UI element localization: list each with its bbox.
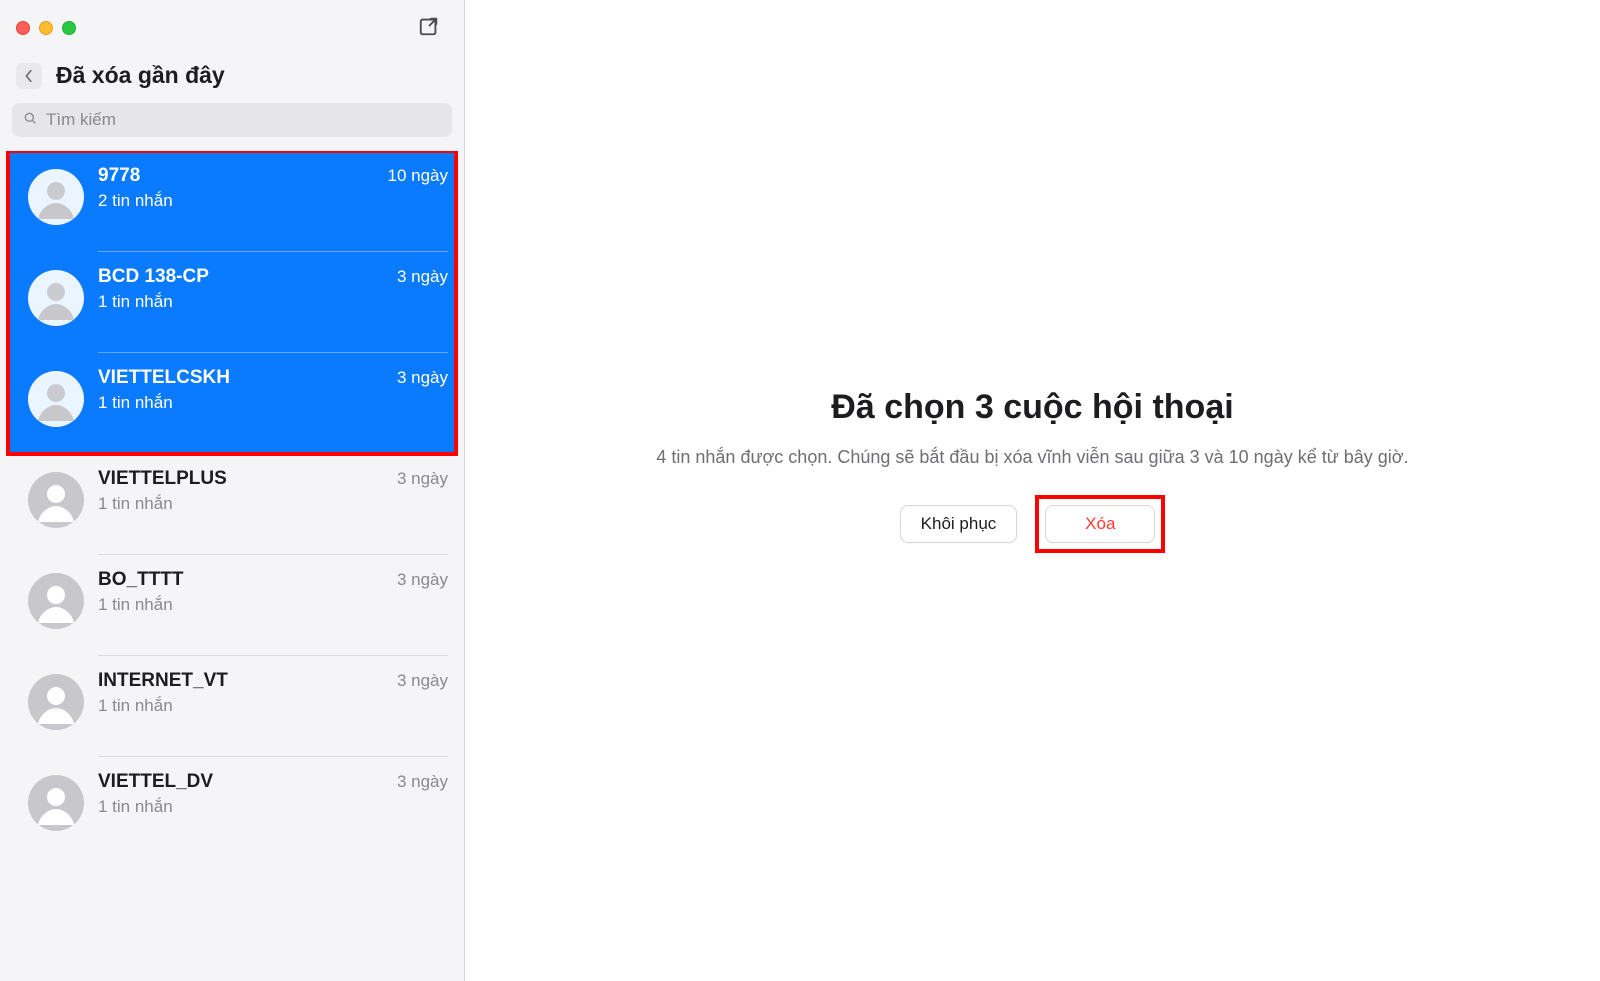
conversation-row[interactable]: VIETTELPLUS 3 ngày 1 tin nhắn [0, 454, 464, 555]
avatar [28, 371, 84, 427]
delete-button-highlight: Xóa [1035, 495, 1165, 553]
conversation-time: 3 ngày [397, 267, 448, 287]
conversation-list: 9778 10 ngày 2 tin nhắn BCD 138-CP 3 ngà… [0, 151, 464, 981]
avatar [28, 472, 84, 528]
conversation-time: 3 ngày [397, 469, 448, 489]
conversation-time: 3 ngày [397, 772, 448, 792]
conversation-name: BCD 138-CP [98, 266, 209, 288]
conversation-time: 10 ngày [388, 166, 449, 186]
avatar [28, 573, 84, 629]
conversation-row[interactable]: BCD 138-CP 3 ngày 1 tin nhắn [8, 252, 456, 353]
conversation-row[interactable]: BO_TTTT 3 ngày 1 tin nhắn [0, 555, 464, 656]
compose-icon[interactable] [418, 15, 440, 42]
conversation-subtitle: 1 tin nhắn [98, 797, 448, 817]
conversation-row[interactable]: 9778 10 ngày 2 tin nhắn [8, 151, 456, 252]
search-icon [22, 110, 38, 131]
header-row: Đã xóa gần đây [0, 56, 464, 103]
search-field[interactable] [12, 103, 452, 137]
avatar [28, 169, 84, 225]
titlebar [0, 0, 464, 56]
back-button[interactable] [16, 63, 42, 89]
window-controls [16, 21, 76, 35]
avatar [28, 674, 84, 730]
conversation-name: INTERNET_VT [98, 670, 228, 692]
selection-heading: Đã chọn 3 cuộc hội thoại [656, 388, 1408, 427]
minimize-window-button[interactable] [39, 21, 53, 35]
selection-summary: Đã chọn 3 cuộc hội thoại 4 tin nhắn được… [656, 388, 1408, 592]
conversation-time: 3 ngày [397, 570, 448, 590]
conversation-time: 3 ngày [397, 671, 448, 691]
avatar [28, 775, 84, 831]
conversation-subtitle: 1 tin nhắn [98, 393, 448, 413]
conversation-name: VIETTELCSKH [98, 367, 230, 389]
action-buttons: Khôi phục Xóa [656, 495, 1408, 553]
recover-button[interactable]: Khôi phục [900, 505, 1018, 543]
conversation-row[interactable]: VIETTELCSKH 3 ngày 1 tin nhắn [8, 353, 456, 454]
close-window-button[interactable] [16, 21, 30, 35]
conversation-name: 9778 [98, 165, 140, 187]
search-input[interactable] [46, 110, 442, 130]
conversation-subtitle: 2 tin nhắn [98, 191, 448, 211]
conversation-subtitle: 1 tin nhắn [98, 292, 448, 312]
conversation-subtitle: 1 tin nhắn [98, 494, 448, 514]
avatar [28, 270, 84, 326]
selection-description: 4 tin nhắn được chọn. Chúng sẽ bắt đầu b… [656, 445, 1408, 470]
zoom-window-button[interactable] [62, 21, 76, 35]
selected-conversations: 9778 10 ngày 2 tin nhắn BCD 138-CP 3 ngà… [8, 151, 456, 454]
conversation-row[interactable]: INTERNET_VT 3 ngày 1 tin nhắn [0, 656, 464, 757]
conversation-name: BO_TTTT [98, 569, 184, 591]
conversation-name: VIETTELPLUS [98, 468, 227, 490]
conversation-row[interactable]: VIETTEL_DV 3 ngày 1 tin nhắn [0, 757, 464, 858]
conversation-subtitle: 1 tin nhắn [98, 595, 448, 615]
sidebar: Đã xóa gần đây 9778 10 ngày [0, 0, 465, 981]
main-pane: Đã chọn 3 cuộc hội thoại 4 tin nhắn được… [465, 0, 1600, 981]
conversation-name: VIETTEL_DV [98, 771, 213, 793]
delete-button[interactable]: Xóa [1045, 505, 1155, 543]
search-wrap [12, 103, 452, 137]
conversation-time: 3 ngày [397, 368, 448, 388]
page-title: Đã xóa gần đây [56, 62, 225, 89]
conversation-subtitle: 1 tin nhắn [98, 696, 448, 716]
